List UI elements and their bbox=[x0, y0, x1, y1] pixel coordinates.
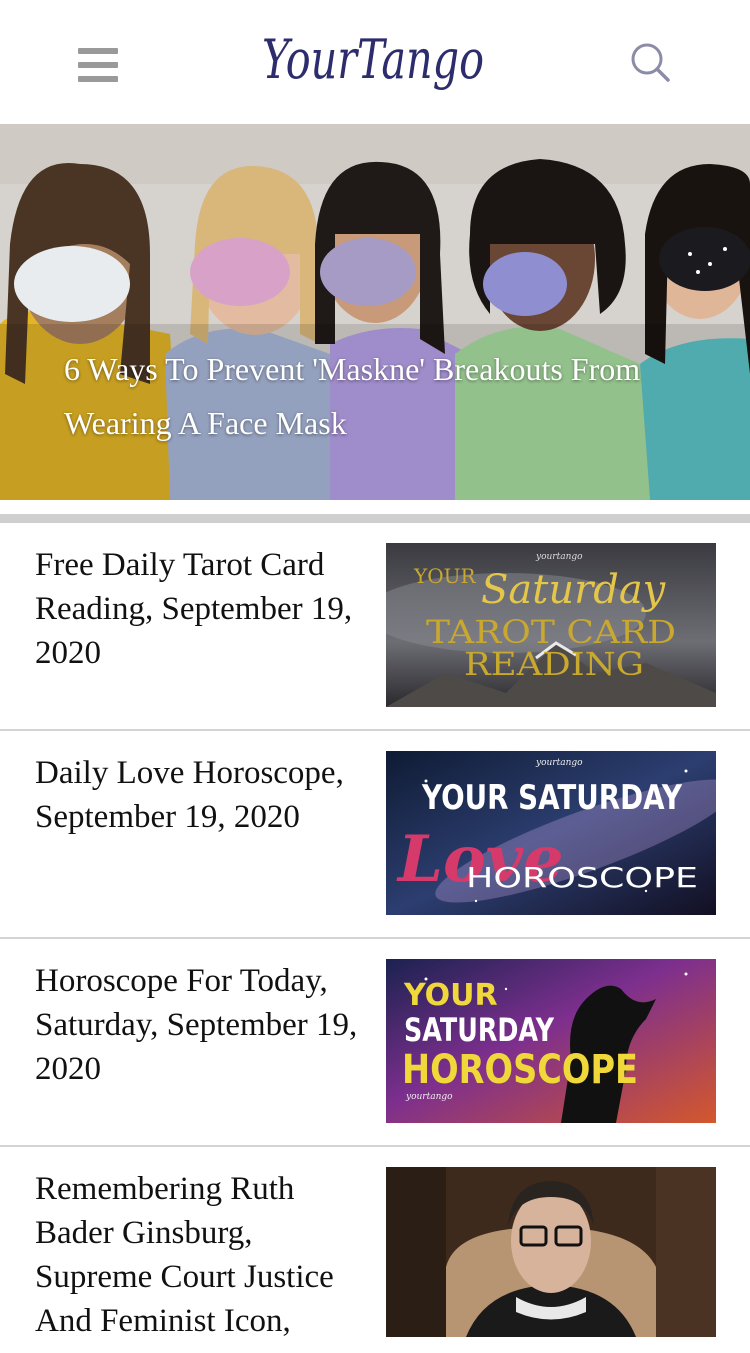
thumb-line: READING bbox=[464, 645, 644, 683]
article-thumbnail[interactable] bbox=[386, 1167, 716, 1337]
thumb-line: YOUR bbox=[403, 978, 498, 1013]
thumb-line: YOUR bbox=[413, 564, 476, 588]
article-list-item[interactable]: Remembering Ruth Bader Ginsburg, Supreme… bbox=[0, 1147, 750, 1353]
hamburger-menu-icon[interactable] bbox=[78, 48, 118, 82]
search-icon[interactable] bbox=[628, 40, 672, 84]
yourtango-logo[interactable]: YourTango bbox=[258, 18, 490, 108]
article-thumbnail[interactable]: yourtango YOUR SATURDAY Love HOROSCOPE bbox=[386, 751, 716, 915]
thumb-brand: yourtango bbox=[535, 758, 583, 768]
article-list-item[interactable]: Daily Love Horoscope, September 19, 2020… bbox=[0, 731, 750, 939]
thumb-brand: yourtango bbox=[405, 1092, 453, 1102]
hero-featured-article[interactable]: 6 Ways To Prevent 'Maskne' Breakouts Fro… bbox=[0, 124, 750, 500]
section-divider bbox=[0, 514, 750, 523]
hero-title[interactable]: 6 Ways To Prevent 'Maskne' Breakouts Fro… bbox=[64, 342, 664, 450]
thumb-line: HOROSCOPE bbox=[466, 861, 698, 894]
article-title[interactable]: Horoscope For Today, Saturday, September… bbox=[35, 959, 375, 1091]
article-list-item[interactable]: Horoscope For Today, Saturday, September… bbox=[0, 939, 750, 1147]
thumb-line: SATURDAY bbox=[404, 1011, 555, 1049]
logo-text: YourTango bbox=[262, 28, 484, 91]
thumb-line: HOROSCOPE bbox=[402, 1047, 638, 1093]
site-header: YourTango bbox=[0, 0, 750, 124]
article-list-item[interactable]: Free Daily Tarot Card Reading, September… bbox=[0, 523, 750, 731]
article-title[interactable]: Daily Love Horoscope, September 19, 2020 bbox=[35, 751, 375, 839]
article-title[interactable]: Remembering Ruth Bader Ginsburg, Supreme… bbox=[35, 1167, 375, 1343]
article-thumbnail[interactable]: YOUR SATURDAY HOROSCOPE yourtango bbox=[386, 959, 716, 1123]
thumb-brand: yourtango bbox=[535, 552, 583, 562]
thumb-line: Saturday bbox=[481, 567, 667, 613]
article-title[interactable]: Free Daily Tarot Card Reading, September… bbox=[35, 543, 375, 675]
thumb-line: YOUR SATURDAY bbox=[421, 778, 682, 818]
article-thumbnail[interactable]: yourtango YOUR Saturday TAROT CARD READI… bbox=[386, 543, 716, 707]
